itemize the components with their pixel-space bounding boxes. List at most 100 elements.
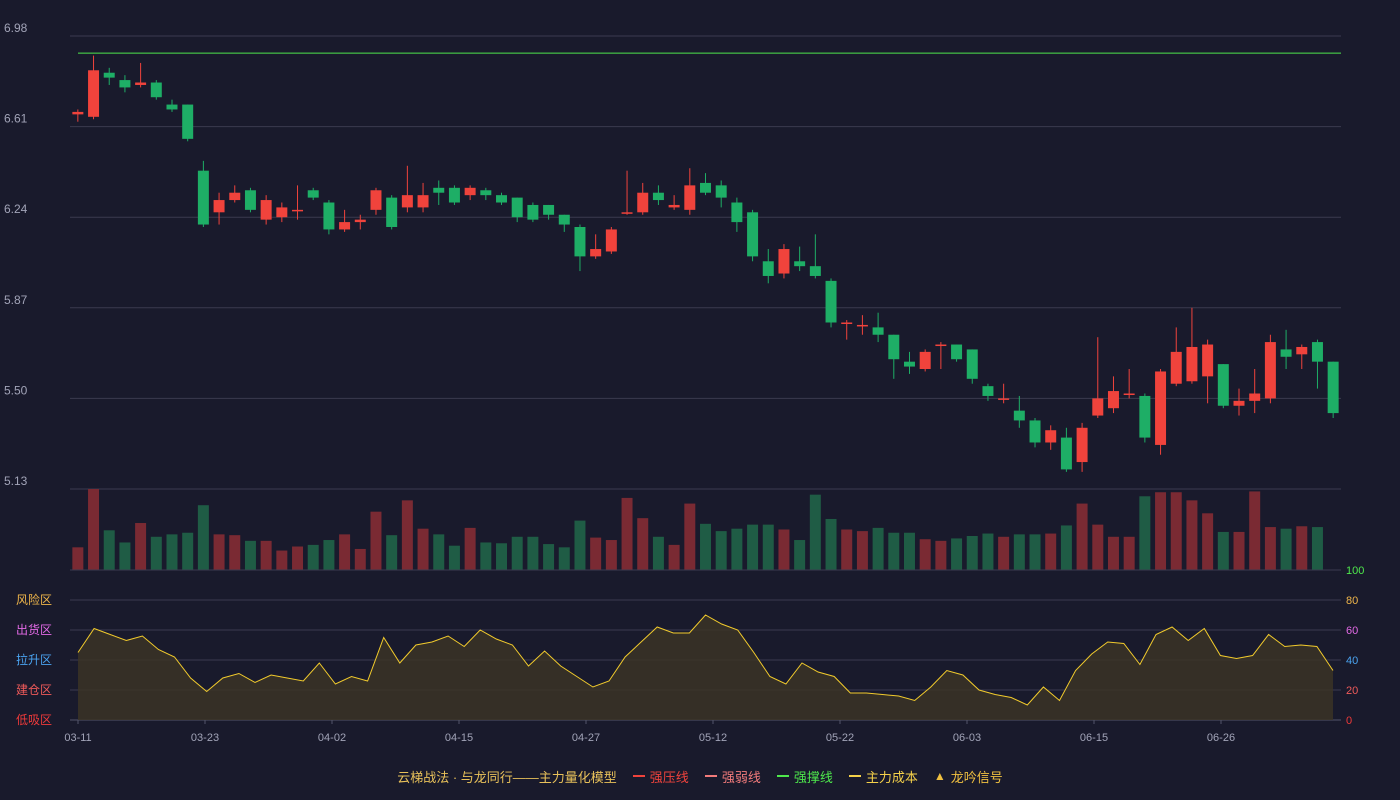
volume-bar [794,540,806,570]
volume-bar [903,532,915,570]
candle-body [1029,420,1041,443]
volume-bar [1249,491,1261,570]
candle-body [935,344,947,347]
volume-bar [448,545,460,570]
x-tick-label: 05-22 [826,732,854,744]
candle-body [197,170,209,225]
candle-body [1092,398,1104,416]
volume-bar [590,537,602,570]
volume-bar [652,536,664,570]
legend-label: 强压线 [649,769,689,785]
price-tick-label: 6.98 [4,21,28,35]
candle-body [903,361,915,367]
volume-bar [182,532,194,570]
candle-body [229,192,241,201]
volume-bar [339,534,351,570]
volume-bar [417,528,429,570]
x-axis-labels: 03-11 03-23 04-02 04-15 04-27 05-12 05-22 06-03… [64,720,1235,744]
candle-body [511,197,523,218]
volume-bar [778,529,790,570]
legend-label: 龙吟信号 [950,769,1003,785]
volume-bar [72,547,84,570]
candle-body [150,82,162,98]
candle-body [982,386,994,396]
candle-body [574,226,586,257]
candle-body [1186,346,1198,382]
candle-body [135,82,147,85]
volume-bar [1155,492,1167,570]
indicator-zone-label: 建仓区 [16,683,52,697]
candle-body [652,192,664,201]
candle-body [417,195,429,208]
x-tick-label: 04-27 [572,732,600,744]
candle-body [1280,349,1292,357]
candle-body [919,351,931,370]
volume-bar [213,534,225,570]
chart-title: 云梯战法 · 与龙同行——主力量化模型 [397,769,617,785]
candle-body [370,190,382,210]
volume-bar [747,524,759,570]
volume-bar [762,524,774,570]
volume-bar [433,534,445,570]
candle-body [1233,400,1245,406]
volume-bar [951,538,963,570]
indicator-right-tick: 40 [1346,655,1358,667]
volume-bar [1092,524,1104,570]
indicator-zone-label: 出货区 [16,622,52,637]
volume-bar [574,520,586,570]
x-tick-label: 03-23 [191,732,219,744]
legend-item: 主力成本 [848,767,918,786]
candle-body [605,229,617,252]
candle-body [354,219,366,223]
candle-body [966,349,978,379]
candle-body [715,185,727,198]
price-tick-label: 5.50 [4,383,28,397]
volume-bar [1264,527,1276,570]
candle-body [1045,430,1057,443]
candle-body [1264,342,1276,399]
candle-body [1296,346,1308,355]
candle-body [276,207,288,218]
volume-bar [1217,531,1229,570]
candle-body [464,187,476,196]
volume-bar [1045,533,1057,570]
candle-body [480,190,492,196]
candle-body [747,212,759,257]
volume-bars [72,489,1323,570]
volume-bar [1123,536,1135,570]
volume-bar [276,550,288,570]
candle-body [527,204,539,220]
candle-body [386,197,398,227]
volume-bar [856,531,868,570]
candle-body [1327,361,1339,414]
candle-body [668,204,680,208]
legend-items: 强压线 强弱线 强撑线 主力成本 ▲ 龙吟信号 [625,767,1011,786]
volume-bar [370,511,382,570]
x-tick-label: 06-15 [1080,732,1108,744]
legend-swatch [848,775,861,777]
candle-body [119,80,131,88]
volume-bar [731,528,743,570]
volume-bar [825,518,837,570]
volume-bar [1029,534,1041,570]
volume-bar [1233,531,1245,570]
candle-body [543,204,555,215]
candle-body [731,202,743,223]
candle-body [809,266,821,276]
candle-body [590,249,602,257]
candle-body [182,104,194,139]
volume-bar [292,546,304,570]
volume-bar [229,535,241,570]
volume-bar [841,529,853,570]
legend-item: 强撑线 [776,767,833,786]
volume-bar [401,500,413,570]
volume-bar [307,544,319,570]
indicator-right-tick: 0 [1346,715,1352,727]
legend: 云梯战法 · 与龙同行——主力量化模型 强压线 强弱线 强撑线 主力成本 ▲ 龙吟信号 [0,764,1400,788]
volume-bar [119,542,131,570]
candle-body [621,212,633,214]
volume-bar [998,536,1010,570]
legend-title: 云梯战法 · 与龙同行——主力量化模型 [397,767,617,786]
candle-body [307,190,319,198]
candle-body [496,195,508,203]
